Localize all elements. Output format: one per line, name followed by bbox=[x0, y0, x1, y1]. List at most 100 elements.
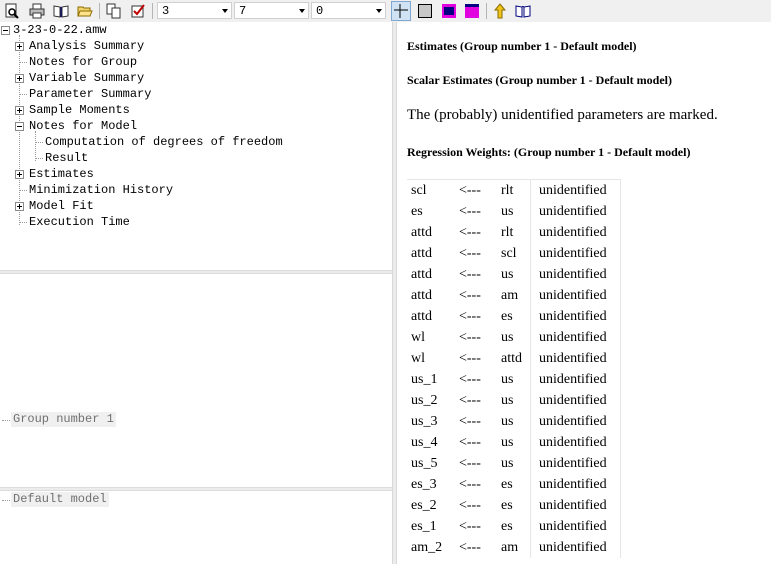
tree-item[interactable]: Estimates bbox=[29, 166, 94, 182]
book-icon[interactable] bbox=[51, 1, 71, 21]
gray-square-icon[interactable] bbox=[415, 1, 435, 21]
select-value: 3 bbox=[162, 4, 170, 18]
predictor-variable-cell: us bbox=[497, 201, 531, 222]
up-arrow-icon[interactable] bbox=[490, 1, 510, 21]
dependent-variable-cell: am_2 bbox=[411, 540, 443, 555]
table-row: es_1 <--- es unidentified bbox=[407, 516, 621, 537]
toolbar-separator bbox=[99, 3, 100, 19]
group-list-item[interactable]: Group number 1 bbox=[11, 412, 116, 427]
predictor-variable-cell: us bbox=[497, 390, 531, 411]
expand-icon[interactable] bbox=[15, 170, 24, 179]
table-row: us_4 <--- us unidentified bbox=[407, 432, 621, 453]
model-list-item[interactable]: Default model bbox=[11, 492, 109, 507]
estimate-cell: unidentified bbox=[530, 537, 621, 558]
arrow-cell: <--- bbox=[459, 498, 481, 513]
tree-root[interactable]: 3-23-0-22.amw bbox=[13, 22, 107, 38]
estimate-cell: unidentified bbox=[530, 201, 621, 222]
arrow-cell: <--- bbox=[459, 456, 481, 471]
tree-item[interactable]: Execution Time bbox=[29, 214, 130, 230]
arrow-cell: <--- bbox=[459, 309, 481, 324]
arrow-cell: <--- bbox=[459, 225, 481, 240]
collapse-icon[interactable] bbox=[1, 26, 10, 35]
pane-splitter[interactable] bbox=[0, 487, 392, 491]
estimate-cell: unidentified bbox=[530, 390, 621, 411]
open-folder-icon[interactable] bbox=[75, 1, 95, 21]
pane-splitter[interactable] bbox=[0, 270, 392, 274]
tree-item[interactable]: Notes for Model bbox=[29, 118, 137, 134]
table-row: attd <--- rlt unidentified bbox=[407, 222, 621, 243]
predictor-variable-cell: us bbox=[497, 432, 531, 453]
table-row: us_1 <--- us unidentified bbox=[407, 369, 621, 390]
predictor-variable-cell: am bbox=[497, 537, 531, 558]
tree-item[interactable]: Analysis Summary bbox=[29, 38, 144, 54]
table-row: attd <--- am unidentified bbox=[407, 285, 621, 306]
print-preview-icon[interactable] bbox=[2, 1, 22, 21]
expand-icon[interactable] bbox=[15, 74, 24, 83]
regression-weights-heading: Regression Weights: (Group number 1 - De… bbox=[407, 145, 691, 159]
print-icon[interactable] bbox=[27, 1, 47, 21]
tree-item[interactable]: Computation of degrees of freedom bbox=[45, 134, 283, 150]
select-value: 0 bbox=[316, 4, 324, 18]
table-row: attd <--- es unidentified bbox=[407, 306, 621, 327]
dependent-variable-cell: us_1 bbox=[411, 372, 438, 387]
tree-item[interactable]: Variable Summary bbox=[29, 70, 144, 86]
arrow-cell: <--- bbox=[459, 519, 481, 534]
estimate-cell: unidentified bbox=[530, 453, 621, 474]
table-row: wl <--- attd unidentified bbox=[407, 348, 621, 369]
estimate-cell: unidentified bbox=[530, 495, 621, 516]
table-row: scl <--- rlt unidentified bbox=[407, 179, 621, 201]
arrow-cell: <--- bbox=[459, 393, 481, 408]
estimate-cell: unidentified bbox=[530, 516, 621, 537]
table-grid-icon[interactable] bbox=[391, 1, 411, 21]
tree-line bbox=[36, 142, 43, 143]
table-rows-select[interactable]: 0 bbox=[311, 2, 386, 19]
column-width-select[interactable]: 7 bbox=[234, 2, 309, 19]
tree-item[interactable]: Result bbox=[45, 150, 88, 166]
chevron-down-icon bbox=[222, 9, 228, 13]
estimate-cell: unidentified bbox=[530, 222, 621, 243]
dependent-variable-cell: wl bbox=[411, 330, 425, 345]
estimate-cell: unidentified bbox=[530, 327, 621, 348]
predictor-variable-cell: rlt bbox=[497, 179, 531, 201]
expand-icon[interactable] bbox=[15, 42, 24, 51]
predictor-variable-cell: am bbox=[497, 285, 531, 306]
output-pane: Estimates (Group number 1 - Default mode… bbox=[397, 22, 771, 564]
predictor-variable-cell: es bbox=[497, 306, 531, 327]
magenta-square-icon[interactable] bbox=[462, 1, 482, 21]
table-row: us_3 <--- us unidentified bbox=[407, 411, 621, 432]
dependent-variable-cell: attd bbox=[411, 267, 432, 282]
dependent-variable-cell: es_3 bbox=[411, 477, 437, 492]
table-row: us_5 <--- us unidentified bbox=[407, 453, 621, 474]
unidentified-note: The (probably) unidentified parameters a… bbox=[407, 107, 718, 123]
dependent-variable-cell: es_2 bbox=[411, 498, 437, 513]
toolbar-separator bbox=[152, 3, 153, 19]
checkbox-icon[interactable] bbox=[128, 1, 148, 21]
expand-icon[interactable] bbox=[15, 202, 24, 211]
predictor-variable-cell: us bbox=[497, 327, 531, 348]
tree-line bbox=[20, 62, 27, 63]
toolbar: 3 7 0 bbox=[0, 0, 771, 23]
estimate-cell: unidentified bbox=[530, 264, 621, 285]
scalar-estimates-heading: Scalar Estimates (Group number 1 - Defau… bbox=[407, 73, 672, 87]
arrow-cell: <--- bbox=[459, 435, 481, 450]
tree-item[interactable]: Minimization History bbox=[29, 182, 173, 198]
open-book-icon[interactable] bbox=[513, 1, 533, 21]
expand-icon[interactable] bbox=[15, 106, 24, 115]
arrow-cell: <--- bbox=[459, 267, 481, 282]
tree-item[interactable]: Model Fit bbox=[29, 198, 94, 214]
tree-item[interactable]: Sample Moments bbox=[29, 102, 130, 118]
predictor-variable-cell: scl bbox=[497, 243, 531, 264]
collapse-icon[interactable] bbox=[15, 122, 24, 131]
dependent-variable-cell: us_4 bbox=[411, 435, 438, 450]
magenta-frame-icon[interactable] bbox=[439, 1, 459, 21]
estimate-cell: unidentified bbox=[530, 348, 621, 369]
arrow-cell: <--- bbox=[459, 330, 481, 345]
predictor-variable-cell: es bbox=[497, 474, 531, 495]
toolbar-separator bbox=[486, 3, 487, 19]
copy-icon[interactable] bbox=[104, 1, 124, 21]
dependent-variable-cell: es bbox=[411, 204, 423, 219]
tree-item[interactable]: Notes for Group bbox=[29, 54, 137, 70]
table-row: us_2 <--- us unidentified bbox=[407, 390, 621, 411]
tree-item[interactable]: Parameter Summary bbox=[29, 86, 151, 102]
decimal-places-select[interactable]: 3 bbox=[157, 2, 232, 19]
